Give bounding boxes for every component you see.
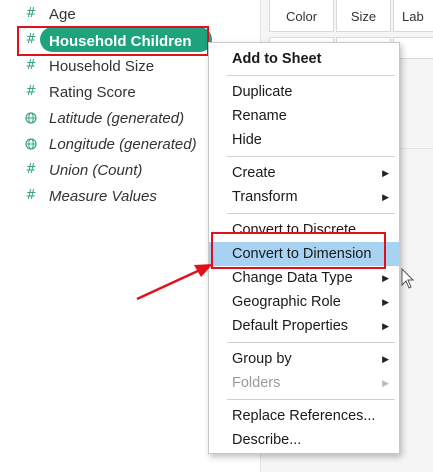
measure-number-icon: # [25, 188, 37, 203]
menu-separator [227, 213, 395, 214]
menu-item-label: Group by [232, 351, 292, 367]
field-label: Age [49, 6, 76, 23]
menu-separator [227, 75, 395, 76]
submenu-arrow-icon: ▶ [382, 168, 389, 178]
field-item[interactable]: # Age [0, 3, 255, 27]
menu-item-folders[interactable]: Folders ▶ [209, 371, 399, 395]
measure-number-icon: # [25, 58, 37, 73]
menu-item-label: Convert to Discrete [232, 222, 357, 238]
marks-color-label: Color [285, 9, 318, 24]
menu-item-group-by[interactable]: Group by ▶ [209, 347, 399, 371]
menu-item-label: Describe... [232, 432, 302, 448]
menu-item-convert-to-dimension[interactable]: Convert to Dimension [209, 242, 399, 266]
menu-item-change-data-type[interactable]: Change Data Type ▶ [209, 266, 399, 290]
measure-number-icon: # [25, 6, 37, 21]
field-label: Household Size [49, 58, 155, 75]
measure-number-icon: # [25, 162, 37, 177]
measure-number-icon: # [25, 32, 37, 47]
menu-item-convert-to-discrete[interactable]: Convert to Discrete [209, 218, 399, 242]
menu-item-duplicate[interactable]: Duplicate [209, 80, 399, 104]
field-label: Household Children [49, 33, 192, 50]
menu-item-label: Geographic Role [232, 294, 341, 310]
menu-item-label: Default Properties [232, 318, 349, 334]
mouse-cursor-icon [401, 268, 415, 289]
menu-item-label: Convert to Dimension [232, 246, 372, 262]
field-label: Latitude (generated) [49, 110, 185, 127]
menu-item-rename[interactable]: Rename [209, 104, 399, 128]
menu-item-label: Replace References... [232, 408, 376, 424]
measure-number-icon: # [25, 84, 37, 99]
menu-item-label: Add to Sheet [232, 51, 322, 67]
marks-label-label: Lab [402, 9, 424, 24]
submenu-arrow-icon: ▶ [382, 297, 389, 307]
field-label: Union (Count) [49, 162, 143, 179]
menu-item-label: Rename [232, 108, 287, 124]
context-menu: Add to Sheet Duplicate Rename Hide Create ▶ Tr… [208, 42, 400, 454]
submenu-arrow-icon: ▶ [382, 192, 389, 202]
marks-label-button[interactable]: Lab [393, 0, 433, 32]
marks-size-button[interactable]: Size [336, 0, 391, 32]
menu-item-label: Folders [232, 375, 281, 391]
menu-item-replace-references[interactable]: Replace References... [209, 404, 399, 428]
globe-icon [24, 136, 38, 152]
menu-separator [227, 156, 395, 157]
menu-item-hide[interactable]: Hide [209, 128, 399, 152]
field-label: Rating Score [49, 84, 136, 101]
menu-item-label: Duplicate [232, 84, 293, 100]
marks-color-button[interactable]: Color [269, 0, 334, 32]
menu-item-add-to-sheet[interactable]: Add to Sheet [209, 47, 399, 71]
globe-icon [24, 110, 38, 126]
submenu-arrow-icon: ▶ [382, 378, 389, 388]
menu-item-geographic-role[interactable]: Geographic Role ▶ [209, 290, 399, 314]
menu-item-label: Hide [232, 132, 262, 148]
menu-separator [227, 342, 395, 343]
submenu-arrow-icon: ▶ [382, 321, 389, 331]
menu-item-describe[interactable]: Describe... [209, 428, 399, 452]
menu-item-transform[interactable]: Transform ▶ [209, 185, 399, 209]
menu-item-create[interactable]: Create ▶ [209, 161, 399, 185]
field-label: Longitude (generated) [49, 136, 197, 153]
field-label: Measure Values [49, 188, 157, 205]
menu-item-default-properties[interactable]: Default Properties ▶ [209, 314, 399, 338]
menu-item-label: Change Data Type [232, 270, 353, 286]
marks-size-label: Size [350, 9, 377, 24]
menu-item-label: Create [232, 165, 276, 181]
submenu-arrow-icon: ▶ [382, 354, 389, 364]
menu-separator [227, 399, 395, 400]
submenu-arrow-icon: ▶ [382, 273, 389, 283]
menu-item-label: Transform [232, 189, 298, 205]
